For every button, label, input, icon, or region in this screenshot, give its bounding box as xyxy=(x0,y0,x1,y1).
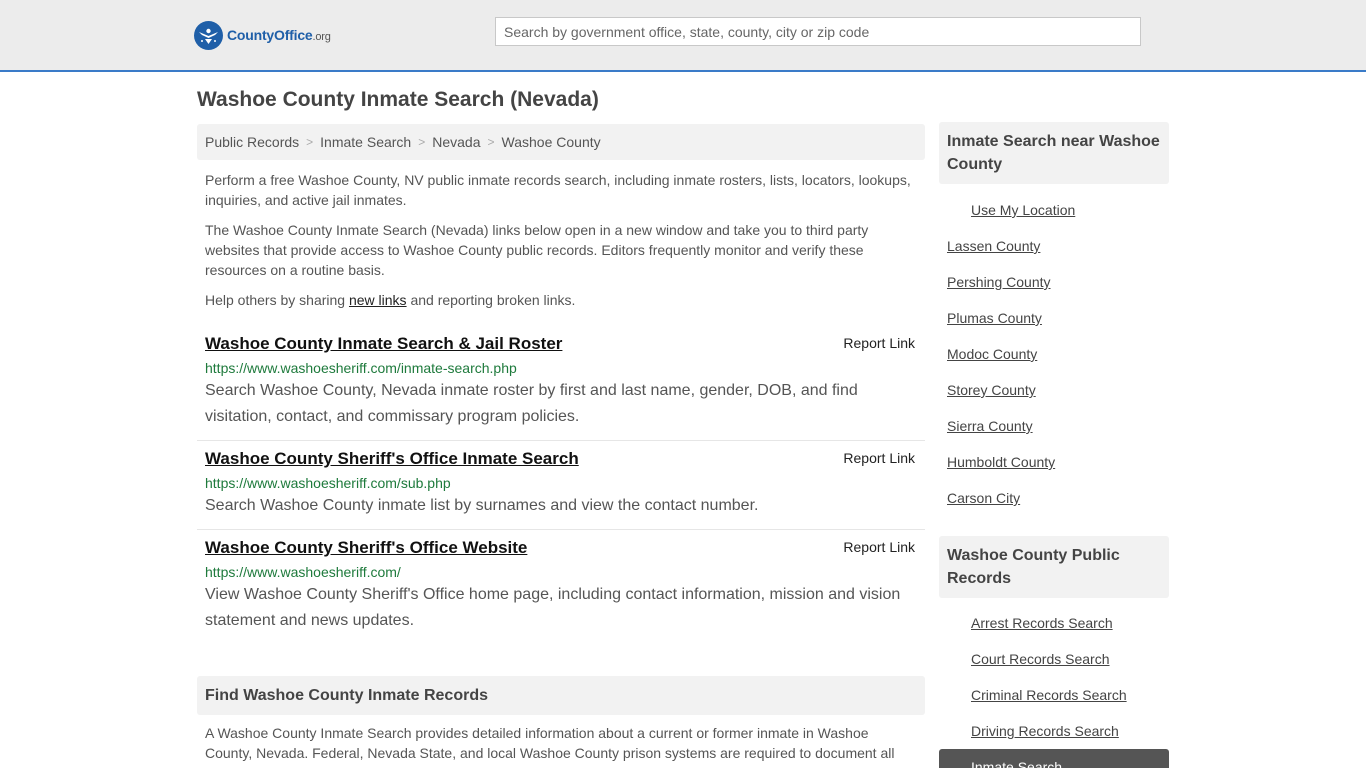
sidebar-link[interactable]: Criminal Records Search xyxy=(971,687,1127,703)
sidebar-item-pershing: Pershing County xyxy=(939,264,1169,300)
logo-text: CountyOffice.org xyxy=(227,27,331,43)
sidebar-records: Washoe County Public Records Arrest Reco… xyxy=(939,536,1169,768)
resource-link-item: Washoe County Sheriff's Office Website R… xyxy=(197,530,925,644)
use-my-location-link[interactable]: Use My Location xyxy=(971,202,1075,218)
resource-link-item: Washoe County Sheriff's Office Inmate Se… xyxy=(197,441,925,530)
resource-links: Washoe County Inmate Search & Jail Roste… xyxy=(197,326,925,644)
report-link-button[interactable]: Report Link xyxy=(843,450,915,466)
sidebar-item-carson-city: Carson City xyxy=(939,480,1169,516)
sidebar-item-arrest-records: Arrest Records Search xyxy=(939,605,1169,641)
resource-link-title[interactable]: Washoe County Sheriff's Office Website xyxy=(205,538,527,558)
sidebar-nearby-heading: Inmate Search near Washoe County xyxy=(939,122,1169,184)
resource-link-title[interactable]: Washoe County Sheriff's Office Inmate Se… xyxy=(205,449,579,469)
sidebar-link[interactable]: Modoc County xyxy=(947,346,1037,362)
intro-paragraph: Perform a free Washoe County, NV public … xyxy=(205,172,911,208)
sidebar-link[interactable]: Lassen County xyxy=(947,238,1040,254)
sidebar-link[interactable]: Humboldt County xyxy=(947,454,1055,470)
resource-link-description: Search Washoe County, Nevada inmate rost… xyxy=(205,382,858,425)
site-header: CountyOffice.org xyxy=(0,0,1366,72)
report-link-button[interactable]: Report Link xyxy=(843,335,915,351)
sidebar-nearby: Inmate Search near Washoe County Use My … xyxy=(939,122,1169,516)
resource-link-title[interactable]: Washoe County Inmate Search & Jail Roste… xyxy=(205,334,562,354)
breadcrumb-inmate-search[interactable]: Inmate Search xyxy=(320,134,411,150)
find-records-text: A Washoe County Inmate Search provides d… xyxy=(205,725,895,761)
search-input[interactable] xyxy=(495,17,1141,46)
sidebar-link[interactable]: Carson City xyxy=(947,490,1020,506)
sidebar-link[interactable]: Court Records Search xyxy=(971,651,1110,667)
sidebar-link[interactable]: Storey County xyxy=(947,382,1036,398)
sidebar-item-plumas: Plumas County xyxy=(939,300,1169,336)
sidebar-item-storey: Storey County xyxy=(939,372,1169,408)
breadcrumb-separator: > xyxy=(487,135,495,149)
sidebar-link[interactable]: Pershing County xyxy=(947,274,1051,290)
sidebar-nearby-list: Use My Location Lassen County Pershing C… xyxy=(939,192,1169,516)
sidebar-item-sierra: Sierra County xyxy=(939,408,1169,444)
sidebar-link[interactable]: Plumas County xyxy=(947,310,1042,326)
intro-text-after: and reporting broken links. xyxy=(406,292,576,308)
site-logo[interactable]: CountyOffice.org xyxy=(194,20,331,50)
breadcrumb: Public Records > Inmate Search > Nevada … xyxy=(197,124,925,160)
eagle-logo-icon xyxy=(194,20,223,50)
resource-link-description: Search Washoe County inmate list by surn… xyxy=(205,497,759,514)
sidebar-link[interactable]: Arrest Records Search xyxy=(971,615,1113,631)
resource-link-url: https://www.washoesheriff.com/sub.php xyxy=(205,475,451,491)
find-records-heading: Find Washoe County Inmate Records xyxy=(197,676,925,715)
breadcrumb-separator: > xyxy=(306,135,314,149)
sidebar-link[interactable]: Sierra County xyxy=(947,418,1033,434)
new-links-link[interactable]: new links xyxy=(349,292,407,308)
sidebar-item-lassen: Lassen County xyxy=(939,228,1169,264)
sidebar-records-list: Arrest Records Search Court Records Sear… xyxy=(939,605,1169,768)
breadcrumb-current: Washoe County xyxy=(501,134,601,150)
resource-link-item: Washoe County Inmate Search & Jail Roste… xyxy=(197,326,925,441)
sidebar-item-inmate-search: Inmate Search xyxy=(939,749,1169,768)
resource-link-description: View Washoe County Sheriff's Office home… xyxy=(205,586,901,629)
sidebar-item-use-location: Use My Location xyxy=(939,192,1169,228)
sidebar-item-criminal-records: Criminal Records Search xyxy=(939,677,1169,713)
intro-text-before: Help others by sharing xyxy=(205,292,349,308)
resource-link-url: https://www.washoesheriff.com/inmate-sea… xyxy=(205,360,517,376)
resource-link-url: https://www.washoesheriff.com/ xyxy=(205,564,401,580)
page-title: Washoe County Inmate Search (Nevada) xyxy=(197,88,599,111)
sidebar-item-modoc: Modoc County xyxy=(939,336,1169,372)
sidebar-link[interactable]: Driving Records Search xyxy=(971,723,1119,739)
sidebar-item-court-records: Court Records Search xyxy=(939,641,1169,677)
sidebar-records-heading: Washoe County Public Records xyxy=(939,536,1169,598)
logo-brand: CountyOffice xyxy=(227,27,313,43)
sidebar-link-active[interactable]: Inmate Search xyxy=(971,759,1062,768)
sidebar-item-driving-records: Driving Records Search xyxy=(939,713,1169,749)
breadcrumb-nevada[interactable]: Nevada xyxy=(432,134,480,150)
breadcrumb-public-records[interactable]: Public Records xyxy=(205,134,299,150)
report-link-button[interactable]: Report Link xyxy=(843,539,915,555)
sidebar-item-humboldt: Humboldt County xyxy=(939,444,1169,480)
intro-paragraph: Help others by sharing new links and rep… xyxy=(205,290,917,310)
breadcrumb-separator: > xyxy=(418,135,426,149)
main-content: Public Records > Inmate Search > Nevada … xyxy=(197,124,925,644)
intro-paragraph: The Washoe County Inmate Search (Nevada)… xyxy=(205,222,869,278)
intro-text: Perform a free Washoe County, NV public … xyxy=(197,170,925,310)
logo-suffix: .org xyxy=(312,31,331,43)
